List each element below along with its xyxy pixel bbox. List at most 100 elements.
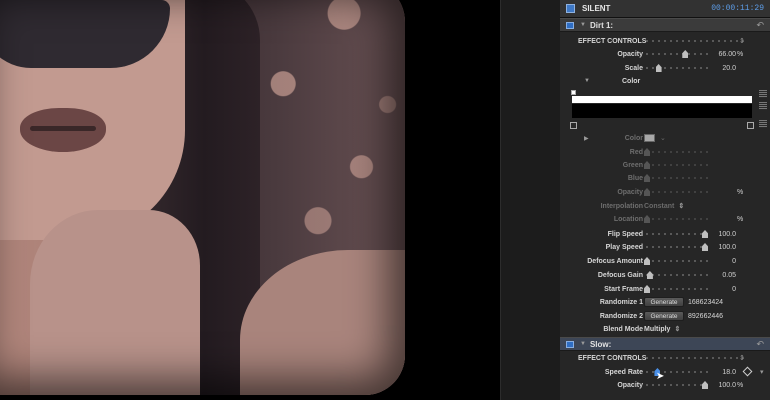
video-viewer[interactable] [0,0,500,400]
speed-rate-value[interactable]: 18.0 [722,369,736,376]
gradient-options-icon[interactable] [759,90,767,98]
opacity-slider-thumb[interactable] [682,50,689,58]
randomize1-row: Randomize 1 Generate 168623424 [560,296,770,308]
play-speed-slider-thumb[interactable] [702,243,708,251]
reset-icon[interactable]: ↶ [756,339,764,350]
defocus-gain-slider-thumb[interactable] [646,271,653,279]
location-row: Location % [560,213,770,225]
disclosure-triangle-icon[interactable]: ▶ [584,135,589,142]
opacity-slider[interactable] [644,49,708,59]
opacity2-row: Opacity % [560,186,770,198]
blue-label: Blue [627,174,643,182]
randomize2-label: Randomize 2 [599,312,643,320]
panel-divider [500,0,560,400]
play-speed-row: Play Speed 100.0 [560,241,770,253]
effect-controls-track [644,36,744,46]
effect-controls-row: EFFECT CONTROLS ⇕ [560,352,770,364]
opacity2-slider[interactable] [644,187,708,197]
color-stop-handle[interactable] [570,122,577,129]
opacity-label: Opacity [617,50,643,58]
color-group-label: Color [622,77,641,85]
keyframe-diamond-icon[interactable] [742,366,753,377]
flip-speed-value[interactable]: 100.0 [718,231,736,238]
disclosure-triangle-icon[interactable]: ▼ [584,78,590,84]
start-frame-value[interactable]: 0 [732,286,736,293]
blend-mode-popup[interactable]: Multiply ⇕ [644,325,680,333]
red-row: Red [560,146,770,158]
effect-controls-row: EFFECT CONTROLS ⇕ [560,35,770,47]
blue-slider-thumb[interactable] [644,174,650,182]
green-row: Green [560,159,770,171]
gradient-preview [572,104,752,118]
red-slider-thumb[interactable] [644,148,650,156]
scale-label: Scale [624,64,643,72]
stepper-icon: ⇕ [678,203,685,210]
blue-row: Blue [560,172,770,184]
opacity-row: Opacity 66.00 % [560,48,770,60]
location-unit: % [737,215,744,223]
defocus-gain-slider[interactable] [644,270,708,280]
randomize1-value[interactable]: 168623424 [688,299,723,306]
stepper-icon[interactable]: ⇕ [739,37,745,45]
color-row: ▶ Color ⌄ [560,132,770,144]
red-slider[interactable] [644,147,708,157]
randomize2-value[interactable]: 892662446 [688,313,723,320]
slow-opacity-unit: % [737,381,744,389]
opacity2-label: Opacity [617,188,643,196]
play-speed-label: Play Speed [605,243,643,251]
disclosure-triangle-icon[interactable]: ▼ [580,341,586,347]
gradient-start-handle[interactable] [571,90,576,95]
green-slider-thumb[interactable] [644,161,650,169]
effect-enable-checkbox[interactable] [566,340,574,348]
start-frame-slider-thumb[interactable] [644,285,650,293]
color-gradient-bar[interactable] [572,96,752,103]
green-label: Green [622,161,643,169]
red-label: Red [629,148,643,156]
gradient-options-icon[interactable] [759,102,767,110]
color-group-row[interactable]: ▼ Color [560,75,770,87]
color-swatch[interactable] [644,134,655,142]
scale-value[interactable]: 20.0 [722,65,736,72]
interpolation-popup[interactable]: Constant ⇕ [644,202,684,210]
chevron-down-icon[interactable]: ▾ [760,368,764,376]
defocus-gain-value[interactable]: 0.05 [722,272,736,279]
opacity2-slider-thumb[interactable] [644,188,650,196]
play-speed-slider[interactable] [644,242,708,252]
opacity-value[interactable]: 66.00 [718,51,736,58]
effect-controls-label: EFFECT CONTROLS [578,37,647,45]
defocus-amount-row: Defocus Amount 0 [560,255,770,267]
color-stop-handle[interactable] [747,122,754,129]
randomize2-row: Randomize 2 Generate 892662446 [560,310,770,322]
interpolation-label: Interpolation [600,202,643,210]
generate-button[interactable]: Generate [644,297,684,307]
location-slider[interactable] [644,214,708,224]
defocus-amount-slider[interactable] [644,256,708,266]
stepper-icon[interactable]: ⇕ [739,354,745,362]
slow-opacity-slider-thumb[interactable] [702,381,708,389]
scale-slider[interactable] [644,63,708,73]
chevron-down-icon[interactable]: ⌄ [660,134,666,142]
stepper-icon: ⇕ [674,326,681,333]
gradient-options-icon[interactable] [759,120,767,128]
effect-header-slow[interactable]: ▼ Slow: ↶ [560,337,770,351]
slow-opacity-slider[interactable] [644,380,708,390]
scale-slider-thumb[interactable] [655,64,662,72]
blue-slider[interactable] [644,173,708,183]
flip-speed-row: Flip Speed 100.0 [560,228,770,240]
flip-speed-slider[interactable] [644,229,708,239]
opacity2-unit: % [737,188,744,196]
defocus-amount-slider-thumb[interactable] [644,257,650,265]
flip-speed-slider-thumb[interactable] [702,230,708,238]
play-speed-value[interactable]: 100.0 [718,244,736,251]
defocus-amount-label: Defocus Amount [587,257,643,265]
speed-rate-slider[interactable] [644,367,708,377]
defocus-amount-value[interactable]: 0 [732,258,736,265]
slow-opacity-row: Opacity 100.0 % [560,379,770,391]
generate-button[interactable]: Generate [644,311,684,321]
slow-opacity-label: Opacity [617,381,643,389]
color-label: Color [624,134,643,142]
start-frame-slider[interactable] [644,284,708,294]
slow-opacity-value[interactable]: 100.0 [718,382,736,389]
location-slider-thumb[interactable] [644,215,650,223]
green-slider[interactable] [644,160,708,170]
